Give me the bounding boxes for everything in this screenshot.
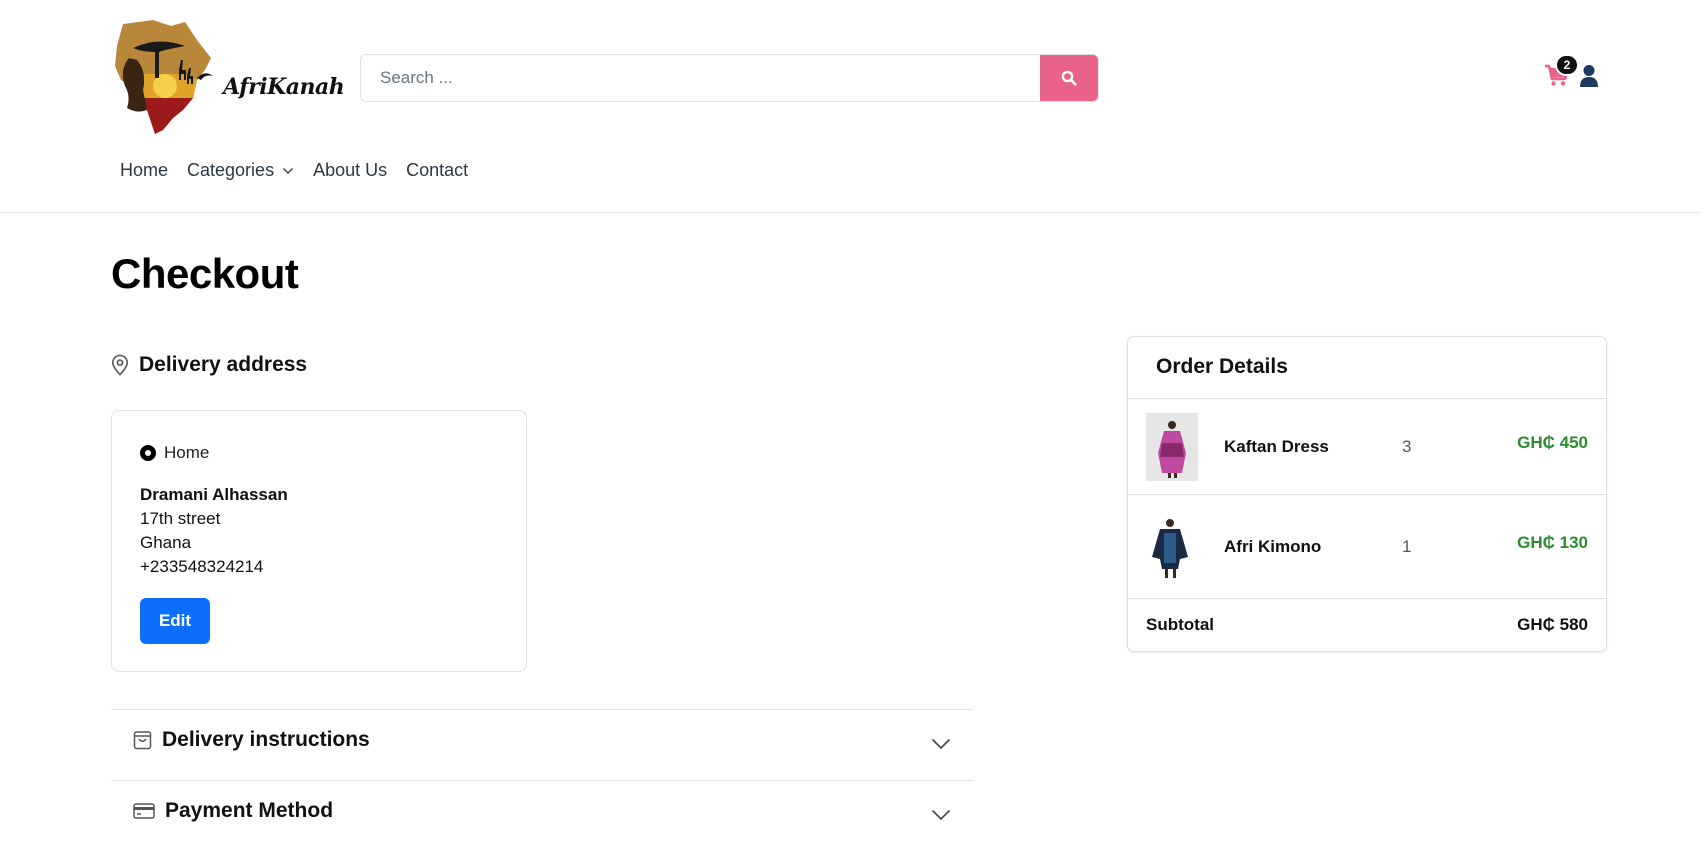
chevron-down-icon <box>283 167 294 174</box>
brand-name: AfriKanah <box>223 74 345 100</box>
delivery-instructions-title: Delivery instructions <box>162 728 370 751</box>
nav-contact[interactable]: Contact <box>406 160 468 181</box>
search-icon <box>1061 70 1077 86</box>
order-item-name: Afri Kimono <box>1224 537 1322 556</box>
search-button[interactable] <box>1040 55 1098 101</box>
address-card[interactable]: Home Dramani Alhassan 17th street Ghana … <box>111 410 527 672</box>
subtotal-label: Subtotal <box>1146 615 1214 634</box>
address-street: 17th street <box>140 509 221 528</box>
order-details-title: Order Details <box>1156 355 1288 378</box>
subtotal-value: GH₵ 580 <box>1517 615 1588 634</box>
account-button[interactable] <box>1579 64 1599 88</box>
chevron-down-icon[interactable] <box>931 809 951 821</box>
brand-logo[interactable]: AfriKanah <box>113 18 345 136</box>
main-nav: Home Categories About Us Contact <box>120 160 468 181</box>
order-item-price: GH₵ 450 <box>1517 433 1588 452</box>
divider <box>1128 398 1606 399</box>
delivery-instructions-accordion[interactable]: Delivery instructions <box>111 709 973 780</box>
nav-home[interactable]: Home <box>120 160 168 181</box>
afri-kimono-image <box>1152 519 1188 578</box>
credit-card-icon <box>133 803 155 819</box>
cart-count-badge: 2 <box>1555 54 1579 76</box>
delivery-address-heading: Delivery address <box>111 353 307 377</box>
payment-method-accordion[interactable]: Payment Method <box>111 780 973 845</box>
order-item-price: GH₵ 130 <box>1517 533 1588 552</box>
payment-method-title: Payment Method <box>165 799 334 822</box>
product-image-kimono[interactable] <box>1146 513 1198 581</box>
order-item-name: Kaftan Dress <box>1224 437 1329 456</box>
kaftan-dress-image <box>1146 413 1198 481</box>
order-item-qty: 1 <box>1402 537 1412 556</box>
nav-about[interactable]: About Us <box>313 160 387 181</box>
search-bar <box>360 54 1099 102</box>
order-item-qty: 3 <box>1402 437 1412 456</box>
payment-method-header: Payment Method <box>133 799 333 823</box>
divider <box>1128 598 1606 599</box>
order-details-card: Order Details Kaftan Dress 3 GH₵ 450 Afr… <box>1127 336 1607 652</box>
location-pin-icon <box>111 354 129 376</box>
delivery-address-title: Delivery address <box>139 353 308 376</box>
divider <box>1128 494 1606 495</box>
nav-categories[interactable]: Categories <box>187 160 294 181</box>
address-label: Home <box>164 443 210 462</box>
user-icon <box>1580 65 1598 87</box>
address-phone: +233548324214 <box>140 557 264 576</box>
search-input[interactable] <box>361 55 1040 101</box>
address-option[interactable]: Home <box>140 443 209 463</box>
site-header: AfriKanah 2 Home Categories <box>0 0 1700 213</box>
address-country: Ghana <box>140 533 192 552</box>
nav-categories-label: Categories <box>187 160 275 180</box>
chevron-down-icon[interactable] <box>931 738 951 750</box>
page-title: Checkout <box>111 250 299 297</box>
address-radio[interactable] <box>140 445 156 461</box>
delivery-instructions-header: Delivery instructions <box>133 728 370 752</box>
product-image-kaftan[interactable] <box>1146 413 1198 481</box>
shopping-bag-icon <box>133 731 152 750</box>
recipient-name: Dramani Alhassan <box>140 485 288 504</box>
edit-address-button[interactable]: Edit <box>140 598 210 644</box>
